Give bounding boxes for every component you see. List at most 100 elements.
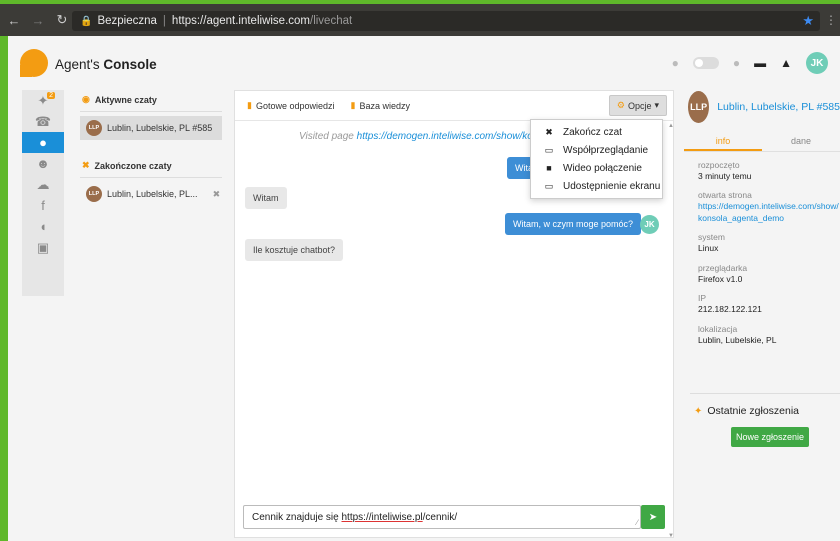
gear-icon: ⚙: [616, 100, 625, 110]
closed-chats-label: Zakończone czaty: [94, 160, 172, 171]
visited-page-link[interactable]: https://demogen.inteliwise.com/show/kons…: [357, 131, 552, 142]
close-icon: ✖: [545, 126, 553, 137]
chat-history-icon[interactable]: ◖: [22, 216, 64, 237]
chat-bubble-icon[interactable]: ●: [22, 132, 64, 153]
tab-data[interactable]: dane: [762, 130, 840, 151]
brand-title: Agent's Console: [55, 57, 157, 72]
address-separator: |: [162, 15, 166, 27]
ticket-icon: ✦: [694, 405, 703, 417]
user-icon[interactable]: ☻: [22, 153, 64, 174]
facebook-icon[interactable]: f: [22, 195, 64, 216]
menu-item-label: Współprzeglądanie: [563, 144, 649, 156]
video-call-item[interactable]: ■ Wideo połączenie: [531, 159, 662, 177]
message-input[interactable]: Cennik znajduje się https://inteliwise.p…: [243, 505, 641, 529]
send-button[interactable]: ➤: [641, 505, 665, 529]
field-value: Firefox v1.0: [698, 273, 743, 284]
scroll-down-icon[interactable]: ▼: [668, 533, 674, 539]
end-chat-item[interactable]: ✖ Zakończ czat: [531, 123, 662, 141]
remove-chat-icon[interactable]: ✖: [213, 189, 221, 200]
knowledge-base-label: Baza wiedzy: [359, 100, 410, 111]
chat-list: ◉ Aktywne czaty LLP Lublin, Lubelskie, P…: [80, 90, 222, 206]
chat-item-label: Lublin, Lubelskie, PL...: [107, 189, 198, 199]
info-fields: rozpoczęto 3 minuty temu otwarta strona …: [684, 152, 840, 346]
visited-prefix: Visited page: [299, 131, 354, 142]
resize-grip-icon[interactable]: ∕: [637, 518, 638, 527]
url-host: https://agent.inteliwise.com: [171, 15, 310, 27]
availability-toggle[interactable]: [692, 57, 719, 69]
bell-icon[interactable]: ▲: [780, 56, 792, 70]
logo-icon: [20, 49, 48, 77]
notification-badge: 2: [47, 92, 55, 99]
forward-icon[interactable]: →: [28, 13, 48, 28]
options-label: Opcje: [627, 100, 652, 111]
field-label: przeglądarka: [698, 262, 748, 273]
bookmark-star-icon[interactable]: ★: [802, 13, 814, 29]
address-bar[interactable]: 🔒 Bezpieczna | https://agent.inteliwise.…: [72, 11, 820, 31]
client-message: Ile kosztuje chatbot?: [245, 239, 344, 261]
visitor-avatar: LLP: [86, 186, 102, 202]
closed-x-icon: ✖: [82, 160, 90, 170]
menu-item-label: Udostępnienie ekranu: [563, 180, 661, 192]
section-divider: [690, 393, 840, 394]
active-chats-heading: ◉ Aktywne czaty: [80, 90, 222, 112]
visitor-avatar: LLP: [86, 120, 102, 136]
options-button[interactable]: ⚙ Opcje ▾: [608, 95, 667, 116]
screen-share-item[interactable]: ▭ Udostępnienie ekranu: [531, 177, 662, 195]
field-value: Linux: [698, 243, 719, 254]
tools-icon[interactable]: ✦ 2: [22, 90, 64, 111]
knowledge-base-icon: ▮: [350, 100, 356, 110]
recent-tickets-label: Ostatnie zgłoszenia: [707, 405, 800, 417]
user-status-icon: ●: [671, 56, 679, 70]
compose-text: Cennik znajduje się: [252, 511, 342, 523]
app-header: Agent's Console ● ● ▬ ▲ JK: [8, 36, 840, 88]
paper-plane-icon: ➤: [648, 511, 658, 523]
closed-chat-item[interactable]: LLP Lublin, Lubelskie, PL... ✖: [80, 182, 222, 206]
browser-chrome: ← → ↻ 🔒 Bezpieczna | https://agent.intel…: [0, 0, 840, 36]
cobrowse-item[interactable]: ▭ Współprzeglądanie: [531, 141, 662, 159]
canned-responses-icon: ▮: [247, 100, 252, 110]
field-value: 3 minuty temu: [698, 171, 752, 181]
field-label: otwarta strona: [698, 190, 752, 201]
browser-menu-icon[interactable]: ⋮: [825, 13, 837, 27]
lock-icon: 🔒: [80, 15, 93, 27]
message-square-icon[interactable]: ▣: [22, 237, 64, 258]
coffee-icon[interactable]: ▬: [754, 56, 766, 70]
field-label: lokalizacja: [698, 323, 738, 334]
opened-page-link[interactable]: https://demogen.inteliwise.com/show/kons…: [698, 201, 840, 224]
menu-item-label: Wideo połączenie: [563, 162, 642, 174]
compose-suffix: /cennik/: [422, 511, 458, 523]
visitor-header: LLP Lublin, Lubelskie, PL #585: [684, 90, 840, 124]
canned-responses-button[interactable]: ▮ Gotowe odpowiedzi: [247, 100, 335, 111]
scroll-up-icon[interactable]: ▲: [668, 123, 674, 129]
visitor-avatar-large: LLP: [688, 91, 710, 123]
visitor-name[interactable]: Lublin, Lubelskie, PL #585: [717, 101, 840, 113]
field-label: IP: [698, 293, 707, 304]
active-chats-label: Aktywne czaty: [94, 94, 157, 105]
canned-responses-label: Gotowe odpowiedzi: [255, 100, 335, 111]
back-icon[interactable]: ←: [4, 13, 24, 28]
monitor-icon: ▭: [544, 144, 554, 155]
new-ticket-button[interactable]: Nowe zgłoszenie: [731, 427, 809, 447]
field-label: system: [698, 232, 725, 243]
user-avatar[interactable]: JK: [806, 52, 828, 74]
users-icon[interactable]: ●: [733, 56, 740, 70]
recent-tickets-heading: ✦ Ostatnie zgłoszenia: [694, 405, 799, 417]
cloud-icon[interactable]: ☁: [22, 174, 64, 195]
app-container: Agent's Console ● ● ▬ ▲ JK ✦ 2 ☎ ● ☻ ☁ f …: [0, 36, 840, 541]
active-chat-item[interactable]: LLP Lublin, Lubelskie, PL #585: [80, 116, 222, 140]
chat-item-label: Lublin, Lubelskie, PL #585: [107, 123, 213, 133]
field-value: Lublin, Lubelskie, PL: [698, 334, 777, 345]
desktop-icon: ▭: [544, 180, 554, 191]
tab-info[interactable]: info: [684, 130, 762, 151]
reload-icon[interactable]: ↻: [52, 12, 72, 28]
secure-label: Bezpieczna: [97, 15, 157, 27]
phone-icon[interactable]: ☎: [22, 111, 64, 132]
caret-down-icon: ▾: [654, 100, 659, 110]
brand-prefix: Agent's: [55, 57, 100, 72]
options-dropdown: ✖ Zakończ czat ▭ Współprzeglądanie ■ Wid…: [530, 119, 663, 199]
knowledge-base-button[interactable]: ▮ Baza wiedzy: [351, 100, 410, 111]
brand-bold: Console: [103, 57, 157, 72]
agent-message: Witam, w czym moge pomóc?: [505, 213, 642, 235]
active-dot-icon: ◉: [82, 94, 90, 104]
url-path: /livechat: [310, 15, 353, 27]
